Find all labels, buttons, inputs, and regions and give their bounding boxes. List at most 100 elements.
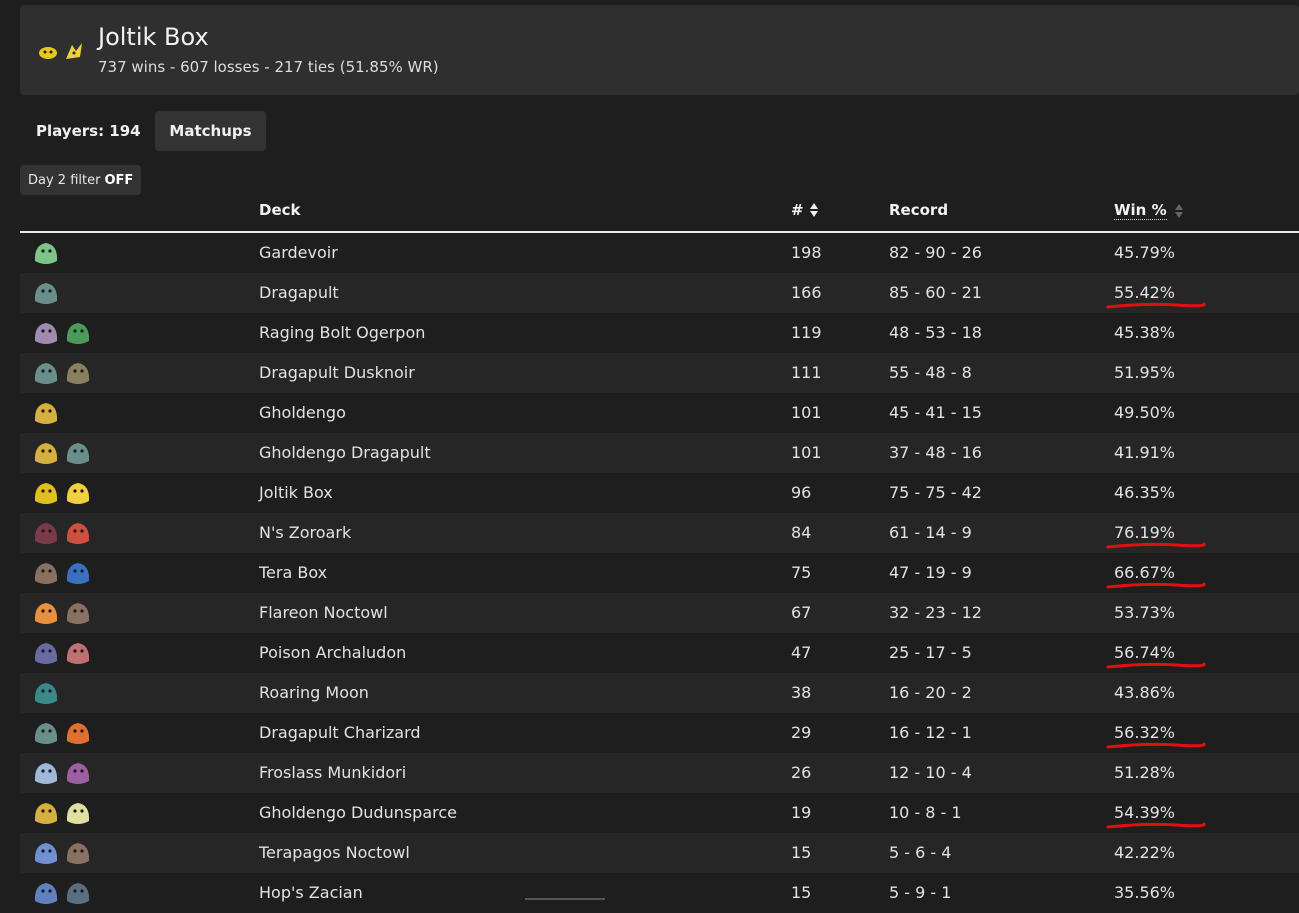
deck-count: 67 [791, 603, 812, 622]
deck-record: 12 - 10 - 4 [889, 763, 972, 782]
table-row[interactable]: Terapagos Noctowl 15 5 - 6 - 4 42.22% [20, 833, 1299, 873]
deck-count: 101 [791, 443, 822, 462]
highlight-underline [1106, 822, 1206, 829]
deck-name[interactable]: N's Zoroark [259, 523, 351, 542]
deck-count: 19 [791, 803, 812, 822]
table-row[interactable]: Gholdengo 101 45 - 41 - 15 49.50% [20, 393, 1299, 433]
deck-icons [34, 843, 90, 864]
deck-name[interactable]: Tera Box [259, 563, 327, 582]
deck-count: 29 [791, 723, 812, 742]
noctowl-icon [34, 563, 58, 584]
deck-win-rate: 54.39% [1114, 803, 1176, 822]
table-row[interactable]: Gardevoir 198 82 - 90 - 26 45.79% [20, 233, 1299, 273]
deck-icons [34, 563, 90, 584]
table-row[interactable]: Flareon Noctowl 67 32 - 23 - 12 53.73% [20, 593, 1299, 633]
deck-record: 61 - 14 - 9 [889, 523, 972, 542]
deck-record: 25 - 17 - 5 [889, 643, 972, 662]
column-header-count[interactable]: # [791, 201, 819, 219]
deck-name[interactable]: Dragapult [259, 283, 339, 302]
deck-record: 32 - 23 - 12 [889, 603, 982, 622]
deck-name[interactable]: Gardevoir [259, 243, 338, 262]
table-row[interactable]: Dragapult Dusknoir 111 55 - 48 - 8 51.95% [20, 353, 1299, 393]
table-row[interactable]: Hop's Zacian 15 5 - 9 - 1 35.56% [20, 873, 1299, 913]
table-row[interactable]: Froslass Munkidori 26 12 - 10 - 4 51.28% [20, 753, 1299, 793]
deck-icons [34, 803, 90, 824]
table-row[interactable]: Poison Archaludon 47 25 - 17 - 5 56.74% [20, 633, 1299, 673]
charizard-icon [66, 723, 90, 744]
deck-count: 111 [791, 363, 822, 382]
dragapult-icon [34, 283, 58, 304]
darmanitan-icon [66, 523, 90, 544]
dudunsparce-icon [66, 803, 90, 824]
table-row[interactable]: Gholdengo Dragapult 101 37 - 48 - 16 41.91% [20, 433, 1299, 473]
highlight-underline [1106, 542, 1206, 549]
deck-record: 45 - 41 - 15 [889, 403, 982, 422]
deck-win-rate: 53.73% [1114, 603, 1176, 622]
deck-name[interactable]: Dragapult Dusknoir [259, 363, 415, 382]
zacian-icon [34, 883, 58, 904]
deck-icons [34, 523, 90, 544]
deck-count: 15 [791, 843, 812, 862]
table-row[interactable]: Tera Box 75 47 - 19 - 9 66.67% [20, 553, 1299, 593]
ogerpon-icon [66, 323, 90, 344]
column-header-win[interactable]: Win % [1114, 201, 1184, 220]
table-row[interactable]: Gholdengo Dudunsparce 19 10 - 8 - 1 54.39% [20, 793, 1299, 833]
gholdengo-icon [34, 803, 58, 824]
deck-icons [34, 603, 90, 624]
deck-name[interactable]: Raging Bolt Ogerpon [259, 323, 425, 342]
tera-icon [66, 563, 90, 584]
joltik-icon [34, 483, 58, 504]
deck-icons [34, 723, 90, 744]
deck-name[interactable]: Gholdengo Dudunsparce [259, 803, 457, 822]
day2-filter-button[interactable]: Day 2 filter OFF [20, 165, 142, 195]
table-row[interactable]: Roaring Moon 38 16 - 20 - 2 43.86% [20, 673, 1299, 713]
deck-record: 5 - 9 - 1 [889, 883, 952, 902]
deck-win-rate: 76.19% [1114, 523, 1176, 542]
deck-header: Joltik Box 737 wins - 607 losses - 217 t… [20, 5, 1299, 95]
deck-record: 75 - 75 - 42 [889, 483, 982, 502]
deck-name[interactable]: Froslass Munkidori [259, 763, 406, 782]
deck-count: 26 [791, 763, 812, 782]
deck-name[interactable]: Joltik Box [259, 483, 333, 502]
deck-name[interactable]: Flareon Noctowl [259, 603, 388, 622]
deck-count: 84 [791, 523, 812, 542]
deck-count: 38 [791, 683, 812, 702]
table-row[interactable]: Joltik Box 96 75 - 75 - 42 46.35% [20, 473, 1299, 513]
deck-win-rate: 42.22% [1114, 843, 1176, 862]
deck-win-rate: 51.95% [1114, 363, 1176, 382]
froslass-icon [34, 763, 58, 784]
column-header-deck[interactable]: Deck [259, 201, 301, 219]
deck-win-rate: 49.50% [1114, 403, 1176, 422]
deck-win-rate: 56.32% [1114, 723, 1176, 742]
deck-icons [34, 283, 58, 304]
dragapult-icon [34, 363, 58, 384]
players-count[interactable]: Players: 194 [36, 122, 141, 140]
deck-name[interactable]: Gholdengo Dragapult [259, 443, 431, 462]
zoroark-icon [34, 523, 58, 544]
deck-win-rate: 51.28% [1114, 763, 1176, 782]
deck-name[interactable]: Gholdengo [259, 403, 346, 422]
matchups-tab[interactable]: Matchups [155, 111, 266, 151]
column-header-record[interactable]: Record [889, 201, 948, 219]
deck-name[interactable]: Roaring Moon [259, 683, 369, 702]
deck-name[interactable]: Terapagos Noctowl [259, 843, 410, 862]
matchups-table: Gardevoir 198 82 - 90 - 26 45.79% Dragapult 1… [20, 233, 1299, 913]
table-row[interactable]: Dragapult 166 85 - 60 - 21 55.42% [20, 273, 1299, 313]
deck-name[interactable]: Poison Archaludon [259, 643, 406, 662]
deck-name[interactable]: Hop's Zacian [259, 883, 363, 902]
terapagos-icon [34, 843, 58, 864]
table-row[interactable]: Dragapult Charizard 29 16 - 12 - 1 56.32% [20, 713, 1299, 753]
deck-count: 96 [791, 483, 812, 502]
roaring-moon-icon [34, 683, 58, 704]
munkidori-icon [66, 763, 90, 784]
deck-record: 16 - 20 - 2 [889, 683, 972, 702]
deck-name[interactable]: Dragapult Charizard [259, 723, 421, 742]
deck-win-rate: 43.86% [1114, 683, 1176, 702]
table-row[interactable]: Raging Bolt Ogerpon 119 48 - 53 - 18 45.38% [20, 313, 1299, 353]
column-header-count-label: # [791, 201, 804, 219]
page-title: Joltik Box [98, 23, 209, 51]
noctowl-icon [66, 603, 90, 624]
highlight-underline [1106, 742, 1206, 749]
table-row[interactable]: N's Zoroark 84 61 - 14 - 9 76.19% [20, 513, 1299, 553]
archaludon-icon [34, 643, 58, 664]
